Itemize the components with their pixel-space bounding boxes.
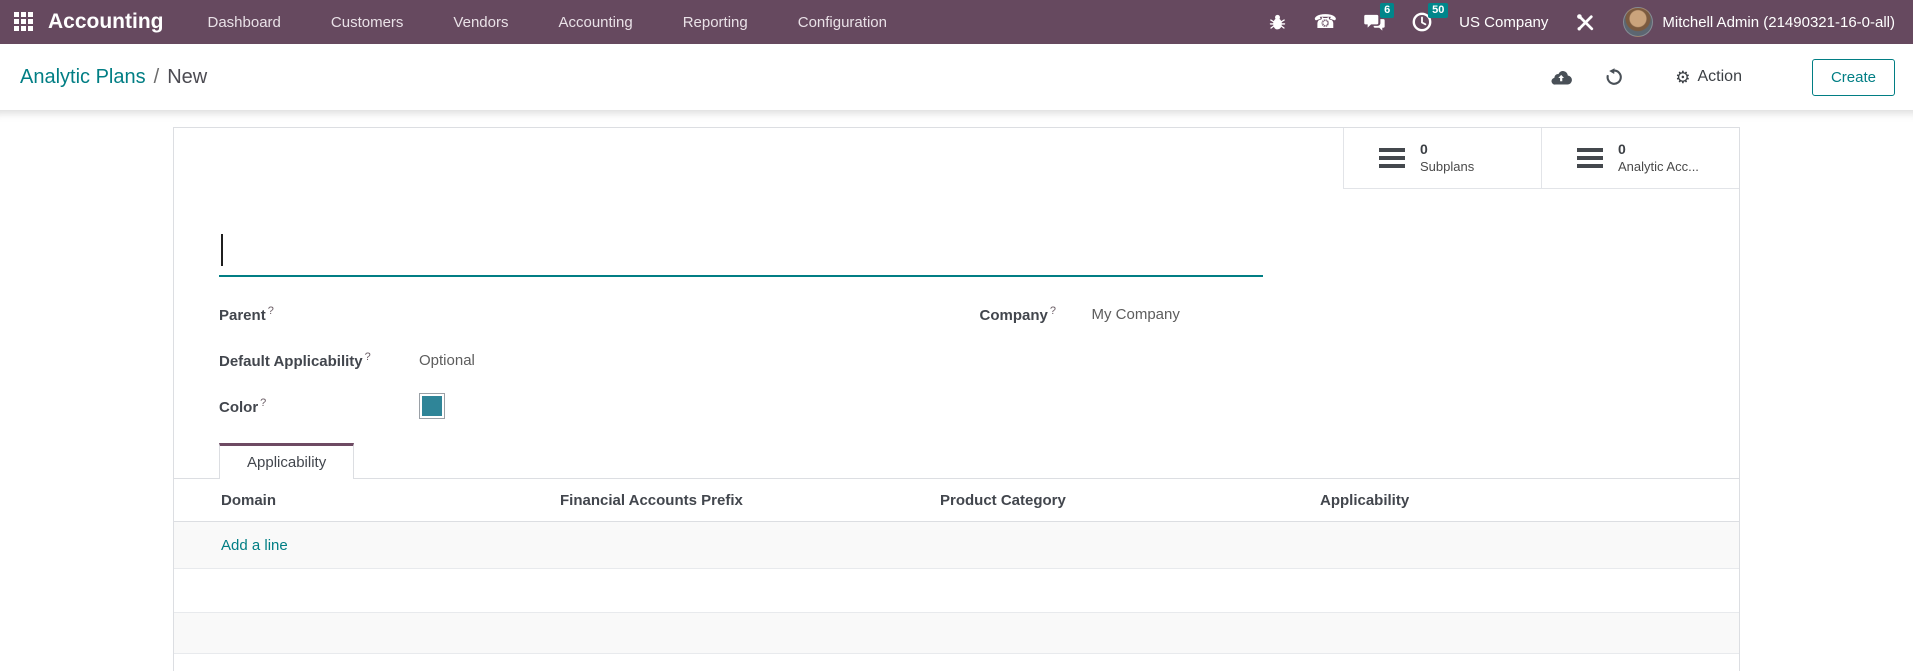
bug-icon [1268, 13, 1287, 32]
notebook-tabs: Applicability [174, 443, 1739, 479]
analytic-accounts-count: 0 [1618, 140, 1699, 158]
text-cursor [221, 234, 223, 266]
menu-item-customers[interactable]: Customers [329, 11, 406, 34]
stat-button-analytic-accounts[interactable]: 0 Analytic Acc... [1541, 128, 1739, 189]
default-applicability-help-marker[interactable]: ? [365, 351, 371, 363]
subplans-label: Subplans [1420, 159, 1474, 176]
action-menu-button[interactable]: ⚙ Action [1675, 68, 1742, 86]
table-empty-row [174, 569, 1739, 613]
breadcrumb-analytic-plans-link[interactable]: Analytic Plans [20, 66, 146, 89]
menu-item-accounting[interactable]: Accounting [556, 11, 634, 34]
gear-icon: ⚙ [1675, 69, 1690, 86]
parent-field-input[interactable] [419, 302, 934, 326]
column-header-domain[interactable]: Domain [174, 492, 560, 509]
wrench-screwdriver-icon [1575, 12, 1596, 33]
menu-item-dashboard[interactable]: Dashboard [206, 11, 283, 34]
table-header-row: Domain Financial Accounts Prefix Product… [174, 479, 1739, 522]
breadcrumb-current: New [167, 66, 207, 89]
user-avatar [1623, 7, 1653, 37]
company-field-label: Company? [980, 305, 1092, 324]
company-switcher[interactable]: US Company [1459, 14, 1548, 31]
add-a-line-link[interactable]: Add a line [221, 537, 288, 554]
field-group: Parent? Default Applicability? Optional … [219, 291, 1694, 429]
analytic-accounts-label: Analytic Acc... [1618, 159, 1699, 176]
default-applicability-value[interactable]: Optional [419, 352, 475, 369]
messages-count-badge: 6 [1380, 3, 1394, 18]
table-empty-row [174, 613, 1739, 654]
subplans-count: 0 [1420, 140, 1474, 158]
support-tools-button[interactable] [1575, 7, 1596, 37]
sheet-inner: Parent? Default Applicability? Optional … [174, 189, 1739, 671]
stat-button-subplans[interactable]: 0 Subplans [1343, 128, 1541, 189]
top-navbar: Accounting Dashboard Customers Vendors A… [0, 0, 1913, 44]
company-field-value[interactable]: My Company [1092, 306, 1180, 323]
company-help-marker[interactable]: ? [1050, 305, 1056, 317]
stat-button-box: 0 Subplans 0 Analytic Acc... [174, 128, 1739, 189]
color-swatch[interactable] [419, 393, 445, 419]
voip-phone-icon[interactable]: ☎ [1314, 7, 1338, 37]
parent-help-marker[interactable]: ? [268, 305, 274, 317]
main-menu: Dashboard Customers Vendors Accounting R… [206, 11, 889, 34]
save-record-button[interactable] [1550, 69, 1572, 85]
form-sheet: 0 Subplans 0 Analytic Acc... [173, 127, 1740, 671]
menu-item-vendors[interactable]: Vendors [451, 11, 510, 34]
color-help-marker[interactable]: ? [260, 397, 266, 409]
field-row-default-applicability: Default Applicability? Optional [219, 337, 934, 383]
topbar-systray: ☎ 6 50 US Company [1268, 7, 1896, 37]
column-header-financial-accounts-prefix[interactable]: Financial Accounts Prefix [560, 492, 940, 509]
column-header-product-category[interactable]: Product Category [940, 492, 1320, 509]
user-menu[interactable]: Mitchell Admin (21490321-16-0-all) [1623, 7, 1895, 37]
table-add-line-row: Add a line [174, 522, 1739, 569]
control-panel-actions: ⚙ Action Create [1550, 59, 1895, 96]
default-applicability-field-label: Default Applicability? [219, 351, 419, 370]
activities-button[interactable]: 50 [1412, 7, 1432, 37]
breadcrumb: Analytic Plans / New [20, 66, 207, 89]
color-field-label: Color? [219, 397, 419, 416]
field-row-color: Color? [219, 383, 934, 429]
activities-count-badge: 50 [1428, 3, 1448, 18]
plan-name-input[interactable] [219, 225, 1263, 277]
tab-applicability[interactable]: Applicability [219, 443, 354, 479]
field-row-company: Company? My Company [980, 291, 1695, 337]
table-empty-row [174, 654, 1739, 671]
user-name: Mitchell Admin (21490321-16-0-all) [1662, 14, 1895, 31]
column-header-applicability[interactable]: Applicability [1320, 492, 1739, 509]
discard-changes-button[interactable] [1605, 68, 1623, 86]
cloud-upload-icon [1550, 69, 1572, 85]
debug-bug-icon[interactable] [1268, 7, 1287, 37]
messages-button[interactable]: 6 [1364, 7, 1385, 37]
app-brand[interactable]: Accounting [48, 10, 164, 34]
create-button[interactable]: Create [1812, 59, 1895, 96]
action-menu-label: Action [1698, 68, 1742, 86]
phone-icon: ☎ [1314, 13, 1338, 32]
form-view-content: 0 Subplans 0 Analytic Acc... [0, 110, 1913, 671]
parent-field-label: Parent? [219, 305, 419, 324]
list-bars-icon [1577, 148, 1603, 168]
list-bars-icon [1379, 148, 1405, 168]
applicability-table: Domain Financial Accounts Prefix Product… [174, 479, 1739, 671]
control-panel: Analytic Plans / New ⚙ Action Create [0, 44, 1913, 110]
field-row-parent: Parent? [219, 291, 934, 337]
menu-item-reporting[interactable]: Reporting [681, 11, 750, 34]
undo-icon [1605, 68, 1623, 86]
menu-item-configuration[interactable]: Configuration [796, 11, 889, 34]
breadcrumb-separator: / [154, 66, 160, 89]
apps-menu-icon[interactable] [14, 12, 34, 32]
